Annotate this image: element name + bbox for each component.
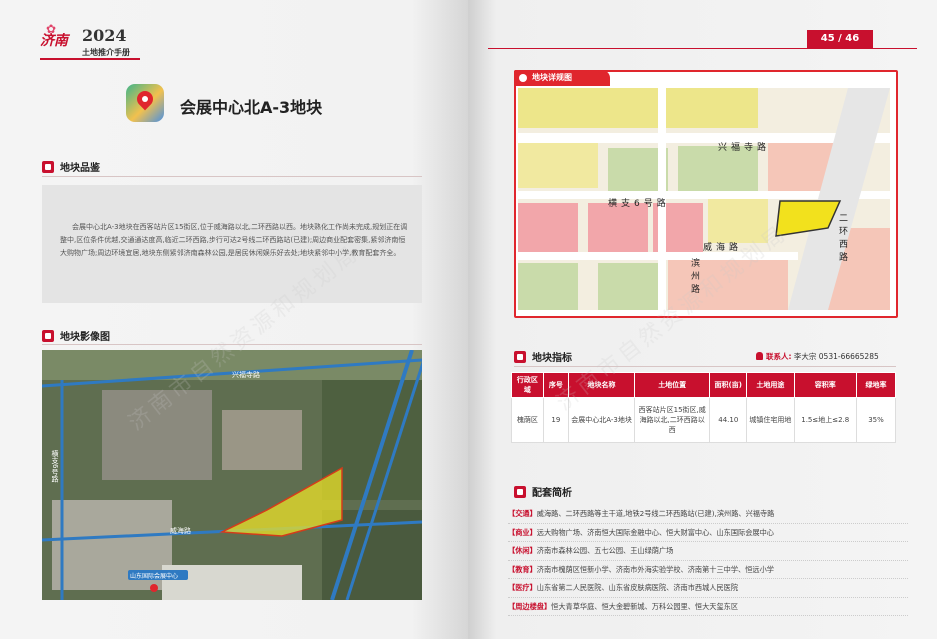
contact-info: 联系人: 李大宗 0531-66665285: [756, 351, 879, 362]
detail-map-label: 地块详规图: [532, 73, 572, 82]
list-item: 【交通】威海路、二环西路等主干道,地铁2号线二环西路站(已建),滨州路、兴福寺路: [508, 505, 908, 524]
table-header: 面积(亩): [709, 372, 748, 398]
book-icon: [42, 160, 54, 173]
map-pin-icon: [126, 84, 164, 122]
list-item-text: 威海路、二环西路等主干道,地铁2号线二环西路站(已建),滨州路、兴福寺路: [536, 509, 775, 518]
table-header: 绿地率: [855, 372, 897, 398]
list-item-tag: 【商业】: [508, 527, 537, 537]
list-item-text: 山东省第二人民医院、山东省皮肤病医院、济南市西城人民医院: [536, 583, 739, 592]
section-photo-label: 地块影像图: [60, 332, 110, 343]
list-item: 【商业】远大购物广场、济南恒大国际金融中心、恒大财富中心、山东国际会展中心: [508, 524, 908, 542]
section-match-heading: 配套简析: [514, 484, 572, 499]
table-cell: 44.10: [709, 397, 748, 443]
table-header: 行政区域: [511, 372, 544, 398]
section-photo-heading: 地块影像图: [42, 328, 110, 343]
list-item-tag: 【休闲】: [508, 546, 537, 555]
section-quality-label: 地块品鉴: [60, 163, 100, 174]
table-header-row: 行政区域 序号 地块名称 土地位置 面积(亩) 土地用途 容积率 绿地率: [511, 372, 897, 398]
list-item-text: 恒大青草华庭、恒大金碧新城、万科公园里、恒大天玺东区: [551, 601, 739, 611]
table-header: 土地位置: [634, 372, 711, 398]
section-index-heading: 地块指标: [514, 349, 572, 364]
table-cell: 槐荫区: [511, 397, 544, 443]
table-header: 序号: [542, 372, 569, 398]
description-box: 会展中心北A-3地块在西客站片区15街区,位于威海路以北,二环西路以西。地块熟化…: [42, 185, 422, 303]
table-cell: 19: [542, 397, 569, 443]
brand-year: 2024: [82, 26, 127, 45]
list-item-tag: 【医疗】: [508, 583, 537, 592]
divider: [42, 344, 422, 345]
table-cell: 城镇住宅用地: [746, 397, 795, 443]
photo-marker-label: 山东国际会展中心: [130, 573, 179, 580]
match-list: 【交通】威海路、二环西路等主干道,地铁2号线二环西路站(已建),滨州路、兴福寺路…: [508, 505, 908, 616]
list-item-tag: 【教育】: [508, 564, 537, 574]
table-header: 土地用途: [746, 372, 795, 398]
divider: [488, 48, 917, 49]
detail-map: 兴福寺路 横支6号路 威海路 滨州路 二环西路: [518, 88, 890, 310]
map-road-label-5: 二环西路: [837, 213, 847, 265]
divider: [514, 366, 896, 367]
table-header: 容积率: [793, 372, 857, 398]
table-cell: 1.5≤地上≤2.8: [793, 397, 857, 443]
contact-value: 李大宗 0531-66665285: [793, 352, 879, 361]
chart-icon: [514, 350, 526, 363]
location-icon: [514, 485, 526, 498]
list-item-text: 济南市森林公园、五七公园、王山绿荫广场: [536, 546, 674, 555]
table-cell: 西客站片区15街区,威海路以北,二环西路以西: [634, 397, 711, 443]
location-icon: [519, 74, 527, 82]
detail-map-card: 地块详规图 兴福寺路 横支6号路 威海路 滨州路 二环西路: [514, 70, 898, 318]
map-road-label-3: 威海路: [703, 243, 743, 253]
list-item: 【休闲】济南市森林公园、五七公园、王山绿荫广场: [508, 542, 908, 561]
contact-label: 联系人:: [766, 352, 792, 361]
list-item: 【医疗】山东省第二人民医院、山东省皮肤病医院、济南市西城人民医院: [508, 579, 908, 598]
description-text: 会展中心北A-3地块在西客站片区15街区,位于威海路以北,二环西路以西。地块熟化…: [60, 223, 408, 257]
page-title: 会展中心北A-3地块: [180, 98, 323, 117]
brand-logo: ✿ 济南 2024 土地推介手册: [40, 22, 150, 62]
brand-rule: [40, 58, 140, 60]
list-item-tag: 【交通】: [508, 509, 537, 518]
photo-road-label-bottom: 威海路: [170, 527, 191, 535]
divider: [42, 176, 422, 177]
detail-map-tab: 地块详规图: [514, 70, 610, 86]
section-index-label: 地块指标: [532, 353, 572, 364]
person-icon: [756, 352, 763, 360]
section-quality-heading: 地块品鉴: [42, 159, 100, 174]
brand-mark: 济南: [40, 33, 68, 49]
list-item: 【教育】济南市槐荫区恒新小学、济南市外海实验学校、济南第十三中学、恒远小学: [508, 561, 908, 579]
brand-subtitle: 土地推介手册: [82, 48, 130, 57]
map-road-label-4: 滨州路: [689, 258, 699, 297]
photo-road-label-left: 横支6号路: [51, 450, 59, 483]
map-road-label-1: 兴福寺路: [718, 143, 771, 153]
photo-road-label-top: 兴福寺路: [232, 371, 260, 379]
table-cell: 会展中心北A-3地块: [567, 397, 636, 443]
right-page: 45 / 46 地块详规图 兴福寺路 横支6号路 威海路 滨州路 二环西路 地块…: [468, 0, 937, 639]
list-item-tag: 【周边楼盘】: [508, 601, 552, 611]
left-page: ✿ 济南 2024 土地推介手册 会展中心北A-3地块 地块品鉴 会展中心北A-…: [0, 0, 468, 639]
index-table: 行政区域 序号 地块名称 土地位置 面积(亩) 土地用途 容积率 绿地率 槐荫区…: [511, 372, 897, 443]
table-cell: 35%: [855, 397, 897, 443]
section-match-label: 配套简析: [532, 488, 572, 499]
table-header: 地块名称: [567, 372, 636, 398]
page-number: 45 / 46: [807, 30, 873, 48]
list-item: 【周边楼盘】恒大青草华庭、恒大金碧新城、万科公园里、恒大天玺东区: [508, 598, 908, 616]
table-row: 槐荫区 19 会展中心北A-3地块 西客站片区15街区,威海路以北,二环西路以西…: [511, 397, 897, 443]
list-item-text: 远大购物广场、济南恒大国际金融中心、恒大财富中心、山东国际会展中心: [536, 527, 774, 537]
list-item-text: 济南市槐荫区恒新小学、济南市外海实验学校、济南第十三中学、恒远小学: [536, 564, 774, 574]
aerial-photo: 兴福寺路 横支6号路 威海路 山东国际会展中心: [42, 350, 422, 600]
map-road-label-2: 横支6号路: [608, 199, 670, 209]
image-icon: [42, 329, 54, 342]
